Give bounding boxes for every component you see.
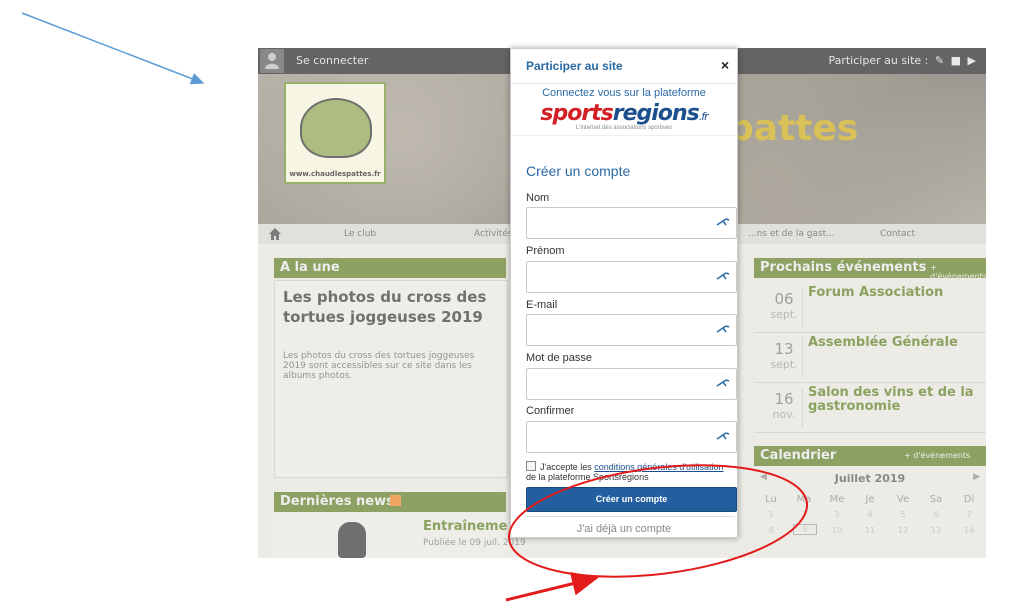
blue-annotation-arrow	[21, 12, 205, 85]
annotation-layer	[21, 12, 809, 602]
red-annotation-ellipse	[507, 464, 809, 578]
red-annotation-arrow	[505, 572, 599, 602]
